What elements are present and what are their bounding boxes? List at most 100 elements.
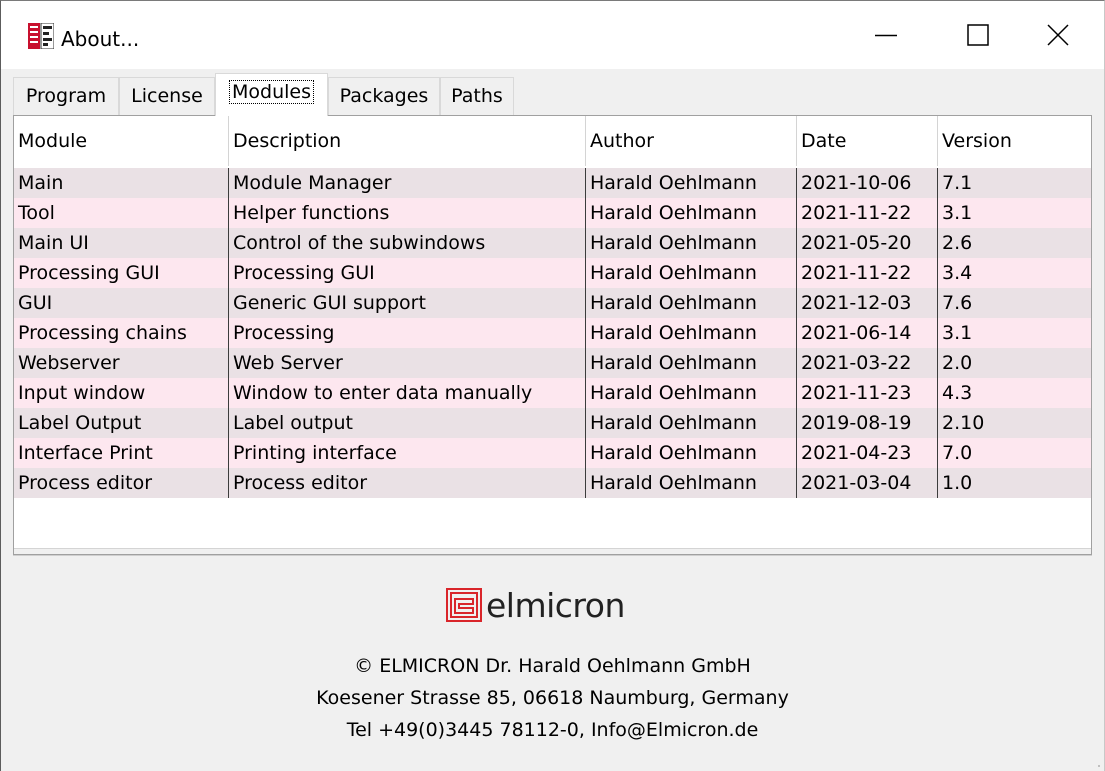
cell-module: Main	[18, 172, 64, 194]
table-row[interactable]: Main Module Manager Harald Oehlmann 2021-10…	[14, 168, 1091, 198]
cell-module: Processing GUI	[18, 262, 160, 284]
cell-date: 2021-06-14	[801, 322, 912, 344]
column-divider	[228, 438, 229, 468]
cell-author: Harald Oehlmann	[590, 232, 757, 254]
minimize-icon	[875, 34, 897, 37]
table-row[interactable]: Interface Print Printing interface Harald …	[14, 438, 1091, 468]
column-divider	[585, 348, 586, 378]
tab-program[interactable]: Program	[13, 77, 119, 115]
column-divider	[937, 438, 938, 468]
table-row[interactable]: Input window Window to enter data manuall…	[14, 378, 1091, 408]
cell-version: 3.1	[942, 202, 973, 224]
tab-packages-label: Packages	[339, 85, 429, 107]
footer-divider	[13, 555, 1092, 556]
cell-description: Processing GUI	[233, 262, 375, 284]
cell-date: 2021-10-06	[801, 172, 912, 194]
tab-program-label: Program	[25, 85, 107, 107]
tab-license[interactable]: License	[119, 77, 215, 115]
table-row[interactable]: Label Output Label output Harald Oehlmann 2…	[14, 408, 1091, 438]
column-divider	[796, 438, 797, 468]
tab-paths-label: Paths	[451, 85, 503, 107]
cell-version: 7.6	[942, 292, 973, 314]
column-divider	[585, 258, 586, 288]
cell-author: Harald Oehlmann	[590, 172, 757, 194]
cell-author: Harald Oehlmann	[590, 472, 757, 494]
column-divider	[585, 378, 586, 408]
column-header-version[interactable]: Version	[938, 116, 1091, 166]
column-header-author[interactable]: Author	[586, 116, 797, 166]
title-bar[interactable]: About...	[1, 1, 1104, 69]
cell-author: Harald Oehlmann	[590, 442, 757, 464]
table-row[interactable]: Processing chains Processing Harald Oehlma…	[14, 318, 1091, 348]
column-divider	[228, 318, 229, 348]
close-button[interactable]	[1012, 1, 1104, 69]
table-row[interactable]: Tool Helper functions Harald Oehlmann 2021-…	[14, 198, 1091, 228]
cell-date: 2021-05-20	[801, 232, 912, 254]
cell-version: 2.0	[942, 352, 973, 374]
cell-description: Process editor	[233, 472, 368, 494]
column-divider	[796, 468, 797, 498]
cell-author: Harald Oehlmann	[590, 382, 757, 404]
horizontal-scrollbar[interactable]	[14, 548, 1091, 554]
column-divider	[796, 348, 797, 378]
cell-module: Process editor	[18, 472, 153, 494]
table-header: Module Description Author Date Version	[14, 116, 1091, 166]
cell-module: Input window	[18, 382, 146, 404]
cell-module: Label Output	[18, 412, 142, 434]
cell-version: 7.1	[942, 172, 973, 194]
column-divider	[228, 288, 229, 318]
cell-version: 1.0	[942, 472, 973, 494]
cell-description: Generic GUI support	[233, 292, 426, 314]
table-row[interactable]: Process editor Process editor Harald Oehlm…	[14, 468, 1091, 498]
column-divider	[585, 168, 586, 198]
tab-modules-label: Modules	[229, 80, 314, 104]
column-divider	[228, 198, 229, 228]
column-divider	[585, 318, 586, 348]
minimize-button[interactable]	[840, 1, 932, 69]
elmicron-logo: elmicron	[446, 585, 625, 625]
cell-date: 2021-11-22	[801, 262, 912, 284]
cell-date: 2021-11-23	[801, 382, 912, 404]
column-divider	[228, 378, 229, 408]
column-divider	[937, 198, 938, 228]
column-divider	[585, 228, 586, 258]
tab-strip: Program License Modules Packages Paths	[13, 73, 1093, 116]
column-divider	[937, 168, 938, 198]
company-name: © ELMICRON Dr. Harald Oehlmann GmbH	[354, 655, 751, 677]
column-divider	[796, 168, 797, 198]
column-divider	[937, 378, 938, 408]
column-divider	[796, 378, 797, 408]
company-contact: Tel +49(0)3445 78112-0, Info@Elmicron.de	[346, 719, 759, 741]
column-divider	[796, 318, 797, 348]
table-row[interactable]: GUI Generic GUI support Harald Oehlmann 202…	[14, 288, 1091, 318]
company-address: Koesener Strasse 85, 06618 Naumburg, Ger…	[316, 687, 789, 709]
tab-paths[interactable]: Paths	[440, 77, 514, 115]
cell-date: 2021-11-22	[801, 202, 912, 224]
column-header-date[interactable]: Date	[797, 116, 938, 166]
cell-module: Tool	[18, 202, 55, 224]
maximize-button[interactable]	[932, 1, 1024, 69]
cell-description: Printing interface	[233, 442, 397, 464]
column-divider	[937, 228, 938, 258]
column-divider	[585, 288, 586, 318]
cell-author: Harald Oehlmann	[590, 262, 757, 284]
cell-author: Harald Oehlmann	[590, 292, 757, 314]
cell-date: 2021-03-22	[801, 352, 912, 374]
column-divider	[228, 228, 229, 258]
column-divider	[796, 288, 797, 318]
cell-description: Web Server	[233, 352, 343, 374]
table-row[interactable]: Main UI Control of the subwindows Harald O…	[14, 228, 1091, 258]
cell-version: 4.3	[942, 382, 973, 404]
modules-table[interactable]: Module Description Author Date Version M…	[13, 115, 1092, 555]
table-row[interactable]: Processing GUI Processing GUI Harald Oehlm…	[14, 258, 1091, 288]
column-divider	[796, 258, 797, 288]
table-row[interactable]: Webserver Web Server Harald Oehlmann 2021-0…	[14, 348, 1091, 378]
tab-modules[interactable]: Modules	[215, 73, 328, 116]
resize-grip-icon[interactable]	[1089, 756, 1101, 768]
column-header-module[interactable]: Module	[14, 116, 229, 166]
column-header-description[interactable]: Description	[229, 116, 586, 166]
cell-version: 3.4	[942, 262, 973, 284]
column-divider	[937, 318, 938, 348]
tab-packages[interactable]: Packages	[328, 77, 440, 115]
cell-date: 2021-04-23	[801, 442, 912, 464]
